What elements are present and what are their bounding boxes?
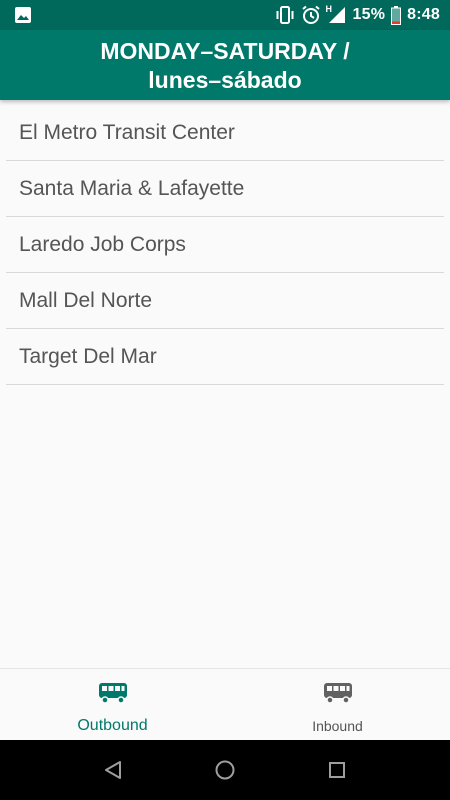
- stop-list: El Metro Transit Center Santa Maria & La…: [6, 105, 444, 385]
- vibrate-icon: [275, 6, 295, 24]
- signal-icon: H: [325, 4, 347, 24]
- stop-label: Target Del Mar: [19, 344, 157, 368]
- recents-square-icon[interactable]: [325, 758, 349, 782]
- status-icons: H 15% 8:48: [275, 0, 440, 30]
- tab-outbound[interactable]: Outbound: [0, 669, 225, 741]
- stop-label: El Metro Transit Center: [19, 120, 235, 144]
- app-bar: MONDAY–SATURDAY / lunes–sábado: [0, 30, 450, 100]
- tab-outbound-label: Outbound: [77, 717, 148, 734]
- stop-label: Laredo Job Corps: [19, 232, 186, 256]
- list-item[interactable]: Laredo Job Corps: [6, 217, 444, 273]
- network-type: H: [325, 4, 333, 14]
- list-item[interactable]: Mall Del Norte: [6, 273, 444, 329]
- list-item[interactable]: Target Del Mar: [6, 329, 444, 385]
- bus-icon: [97, 681, 129, 710]
- battery-icon: [391, 5, 402, 25]
- bottom-navigation: Outbound Inbound: [0, 668, 450, 741]
- page-title: MONDAY–SATURDAY / lunes–sábado: [100, 38, 350, 93]
- list-item[interactable]: Santa Maria & Lafayette: [6, 161, 444, 217]
- image-icon: [14, 6, 32, 24]
- list-item[interactable]: El Metro Transit Center: [6, 105, 444, 161]
- screen: H 15% 8:48 MONDAY–SATURDAY / lunes–sábad…: [0, 0, 450, 800]
- battery-percent: 15%: [352, 6, 386, 23]
- alarm-icon: [301, 5, 321, 25]
- clock: 8:48: [407, 6, 440, 23]
- back-triangle-icon[interactable]: [101, 758, 125, 782]
- tab-inbound[interactable]: Inbound: [225, 669, 450, 741]
- bus-icon: [322, 681, 354, 710]
- system-navigation-bar: [0, 740, 450, 800]
- stop-label: Mall Del Norte: [19, 288, 153, 312]
- home-circle-icon[interactable]: [213, 758, 237, 782]
- status-bar: H 15% 8:48: [0, 0, 450, 30]
- stop-label: Santa Maria & Lafayette: [19, 176, 245, 200]
- tab-inbound-label: Inbound: [312, 718, 363, 734]
